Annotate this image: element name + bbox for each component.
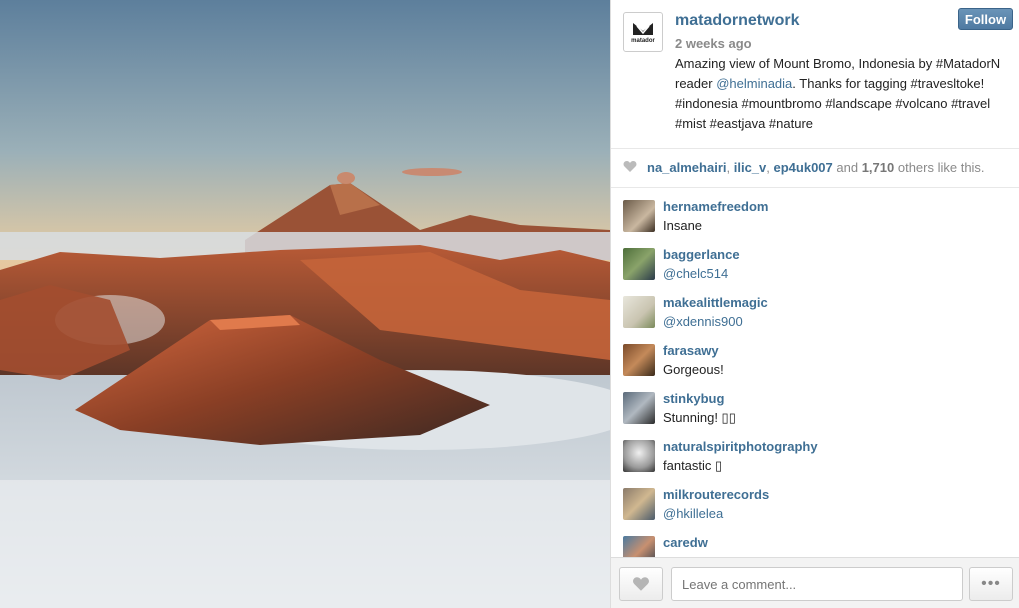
- comment-username[interactable]: farasawy: [663, 343, 719, 358]
- avatar[interactable]: [623, 440, 655, 472]
- avatar[interactable]: [623, 488, 655, 520]
- comment-text: Stunning! ▯▯: [663, 410, 736, 425]
- mount-bromo-photo: [0, 0, 610, 608]
- comment-input[interactable]: [671, 567, 963, 601]
- like-user-link[interactable]: ilic_v: [734, 160, 767, 175]
- comment-text: Gorgeous!: [663, 362, 724, 377]
- like-user-link[interactable]: na_almehairi: [647, 160, 727, 175]
- comment-item: caredw ▯: [611, 532, 1019, 558]
- likes-suffix: others like this.: [894, 160, 985, 175]
- avatar[interactable]: [623, 248, 655, 280]
- avatar[interactable]: [623, 200, 655, 232]
- comment-item: hernamefreedom Insane: [611, 196, 1019, 244]
- comment-item: stinkybug Stunning! ▯▯: [611, 388, 1019, 436]
- matador-logo[interactable]: matador: [623, 12, 663, 52]
- heart-icon: [633, 577, 649, 591]
- comment-item: makealittlemagic @xdennis900: [611, 292, 1019, 340]
- avatar[interactable]: [623, 296, 655, 328]
- post-photo[interactable]: [0, 0, 610, 608]
- post-header: matador matadornetwork 2 weeks ago Amazi…: [611, 0, 1019, 149]
- more-options-button[interactable]: •••: [969, 567, 1013, 601]
- comment-item: milkrouterecords @hkillelea: [611, 484, 1019, 532]
- comment-item: naturalspiritphotography fantastic ▯: [611, 436, 1019, 484]
- comment-footer: •••: [611, 557, 1019, 608]
- like-user-link[interactable]: ep4uk007: [774, 160, 833, 175]
- comment-username[interactable]: milkrouterecords: [663, 487, 769, 502]
- comment-text: fantastic ▯: [663, 458, 723, 473]
- comment-username[interactable]: stinkybug: [663, 391, 724, 406]
- comment-text[interactable]: @hkillelea: [663, 506, 723, 521]
- comment-username[interactable]: baggerlance: [663, 247, 740, 262]
- comment-item: baggerlance @chelc514: [611, 244, 1019, 292]
- logo-text: matador: [631, 37, 655, 44]
- likes-count[interactable]: 1,710: [862, 160, 895, 175]
- avatar[interactable]: [623, 392, 655, 424]
- comment-text[interactable]: @chelc514: [663, 266, 728, 281]
- post-username[interactable]: matadornetwork: [675, 12, 799, 30]
- matador-mark-icon: [633, 22, 653, 35]
- likes-row: na_almehairi, ilic_v, ep4uk007 and 1,710…: [611, 149, 1019, 188]
- follow-button[interactable]: Follow: [958, 8, 1013, 30]
- comment-username[interactable]: hernamefreedom: [663, 199, 768, 214]
- comment-text: Insane: [663, 218, 703, 233]
- avatar[interactable]: [623, 536, 655, 558]
- comment-username[interactable]: naturalspiritphotography: [663, 439, 818, 454]
- like-button[interactable]: [619, 567, 663, 601]
- post-timestamp[interactable]: 2 weeks ago: [675, 36, 752, 51]
- heart-icon: [623, 161, 637, 172]
- post-caption: Amazing view of Mount Bromo, Indonesia b…: [675, 54, 1005, 134]
- likes-text: na_almehairi, ilic_v, ep4uk007 and 1,710…: [647, 160, 985, 175]
- likes-and: and: [832, 160, 862, 175]
- comment-text[interactable]: @xdennis900: [663, 314, 743, 329]
- post-side-panel: matador matadornetwork 2 weeks ago Amazi…: [610, 0, 1019, 608]
- caption-mention[interactable]: @helminadia: [716, 76, 792, 91]
- comment-item: farasawy Gorgeous!: [611, 340, 1019, 388]
- comments-list[interactable]: hernamefreedom Insane baggerlance @chelc…: [611, 196, 1019, 558]
- avatar[interactable]: [623, 344, 655, 376]
- comment-username[interactable]: makealittlemagic: [663, 295, 768, 310]
- comment-username[interactable]: caredw: [663, 535, 708, 550]
